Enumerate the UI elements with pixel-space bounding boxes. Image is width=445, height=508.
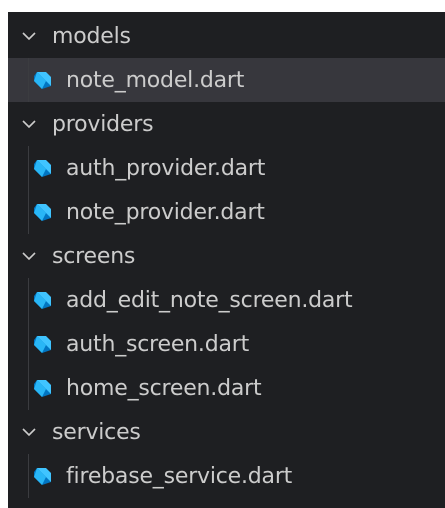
dart-file-icon [30,68,54,92]
indent-guide [28,58,29,102]
file-label: note_provider.dart [66,199,265,225]
file-auth-screen[interactable]: auth_screen.dart [8,322,445,366]
dart-file-icon [30,288,54,312]
file-label: firebase_service.dart [66,463,293,489]
file-explorer-panel: models note_model.dart providers auth_pr… [8,12,445,508]
dart-file-icon [30,464,54,488]
file-add-edit-note-screen[interactable]: add_edit_note_screen.dart [8,278,445,322]
folder-label: services [52,419,141,445]
file-firebase-service[interactable]: firebase_service.dart [8,454,445,498]
indent-guide [28,366,29,410]
file-home-screen[interactable]: home_screen.dart [8,366,445,410]
file-label: add_edit_note_screen.dart [66,287,353,313]
file-label: home_screen.dart [66,375,262,401]
indent-guide [28,190,29,234]
chevron-down-icon [18,113,40,135]
folder-providers[interactable]: providers [8,102,445,146]
file-label: auth_provider.dart [66,155,266,181]
indent-guide [28,146,29,190]
folder-label: providers [52,111,154,137]
dart-file-icon [30,376,54,400]
file-tree: models note_model.dart providers auth_pr… [8,12,445,498]
folder-models[interactable]: models [8,14,445,58]
folder-screens[interactable]: screens [8,234,445,278]
dart-file-icon [30,156,54,180]
file-auth-provider[interactable]: auth_provider.dart [8,146,445,190]
indent-guide [28,278,29,322]
folder-label: models [52,23,131,49]
indent-guide [28,322,29,366]
chevron-down-icon [18,421,40,443]
file-label: note_model.dart [66,67,245,93]
file-note-provider[interactable]: note_provider.dart [8,190,445,234]
folder-services[interactable]: services [8,410,445,454]
file-note-model[interactable]: note_model.dart [8,58,445,102]
folder-label: screens [52,243,136,269]
dart-file-icon [30,200,54,224]
file-label: auth_screen.dart [66,331,250,357]
chevron-down-icon [18,25,40,47]
chevron-down-icon [18,245,40,267]
dart-file-icon [30,332,54,356]
indent-guide [28,454,29,498]
